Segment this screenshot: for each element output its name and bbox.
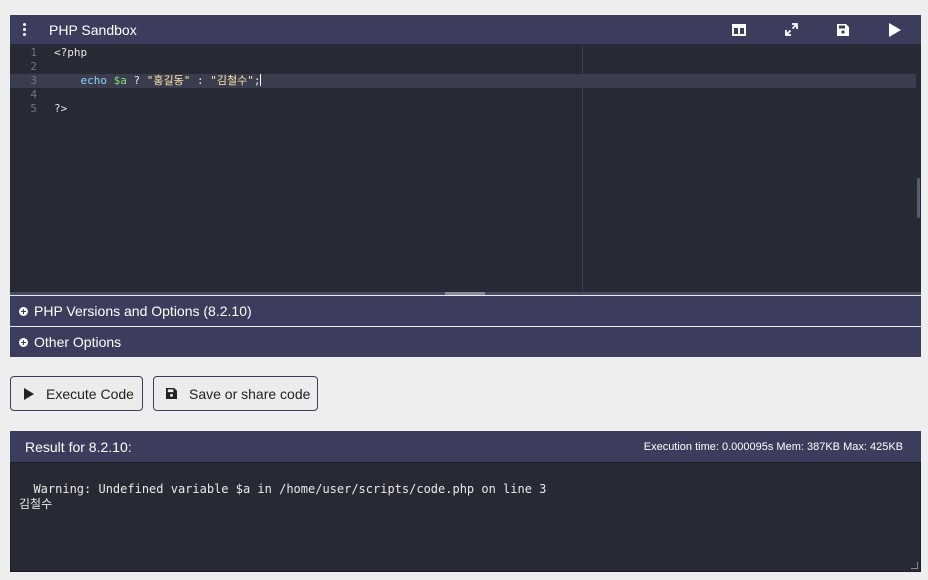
code-text: ?>	[54, 102, 68, 115]
editor-scrollbar[interactable]	[917, 178, 920, 218]
code-line[interactable]: 1 <?php	[10, 46, 916, 60]
php-versions-label: PHP Versions and Options (8.2.10)	[34, 303, 252, 319]
page-title: PHP Sandbox	[49, 21, 137, 38]
editor-resize-handle[interactable]	[445, 292, 485, 295]
line-number: 2	[30, 60, 37, 73]
fullscreen-button[interactable]	[765, 15, 817, 45]
code-line-active[interactable]: 3 echo $a ? "홍길동" : "김철수";	[10, 74, 916, 88]
result-output[interactable]: Warning: Undefined variable $a in /home/…	[10, 462, 921, 572]
sandbox-header: PHP Sandbox	[10, 15, 921, 45]
result-title: Result for 8.2.10:	[25, 438, 132, 455]
save-share-label: Save or share code	[189, 385, 311, 402]
save-share-button[interactable]: Save or share code	[153, 376, 318, 411]
code-line[interactable]: 5 ?>	[10, 102, 916, 116]
run-icon	[889, 22, 901, 37]
menu-icon	[22, 23, 26, 36]
execution-stats: Execution time: 0.000095s Mem: 387KB Max…	[643, 440, 903, 453]
code-line[interactable]: 4	[10, 88, 916, 102]
other-options-toggle[interactable]: Other Options	[10, 326, 921, 357]
resize-handle-icon[interactable]	[911, 562, 918, 569]
code-text: echo $a ? "홍길동" : "김철수";	[80, 74, 262, 87]
play-icon	[24, 387, 34, 400]
fullscreen-icon	[784, 23, 798, 36]
plus-circle-icon	[19, 306, 28, 316]
execute-code-button[interactable]: Execute Code	[10, 376, 143, 411]
php-versions-toggle[interactable]: PHP Versions and Options (8.2.10)	[10, 295, 921, 326]
line-number: 3	[30, 74, 37, 87]
execute-code-label: Execute Code	[46, 385, 134, 402]
result-header: Result for 8.2.10: Execution time: 0.000…	[10, 431, 921, 462]
code-text: <?php	[54, 46, 88, 59]
line-number: 1	[30, 46, 37, 59]
split-layout-icon	[732, 23, 746, 36]
save-icon	[837, 23, 849, 36]
run-header-button[interactable]	[869, 15, 921, 45]
split-layout-button[interactable]	[713, 15, 765, 45]
plus-circle-icon	[19, 337, 28, 347]
code-line[interactable]: 2	[10, 60, 916, 74]
code-editor[interactable]: 1 <?php 2 3 echo $a ? "홍길동" : "김철수"; 4 5…	[10, 45, 921, 295]
result-output-text: Warning: Undefined variable $a in /home/…	[19, 482, 547, 511]
php-sandbox: PHP Sandbox 1 <?php 2 3 echo $a ? "홍길동" …	[10, 15, 921, 357]
text-cursor	[260, 74, 262, 86]
save-icon	[166, 388, 177, 399]
menu-button[interactable]	[10, 15, 38, 45]
save-header-button[interactable]	[817, 15, 869, 45]
other-options-label: Other Options	[34, 334, 122, 350]
line-number: 5	[30, 102, 37, 115]
line-number: 4	[30, 88, 37, 101]
